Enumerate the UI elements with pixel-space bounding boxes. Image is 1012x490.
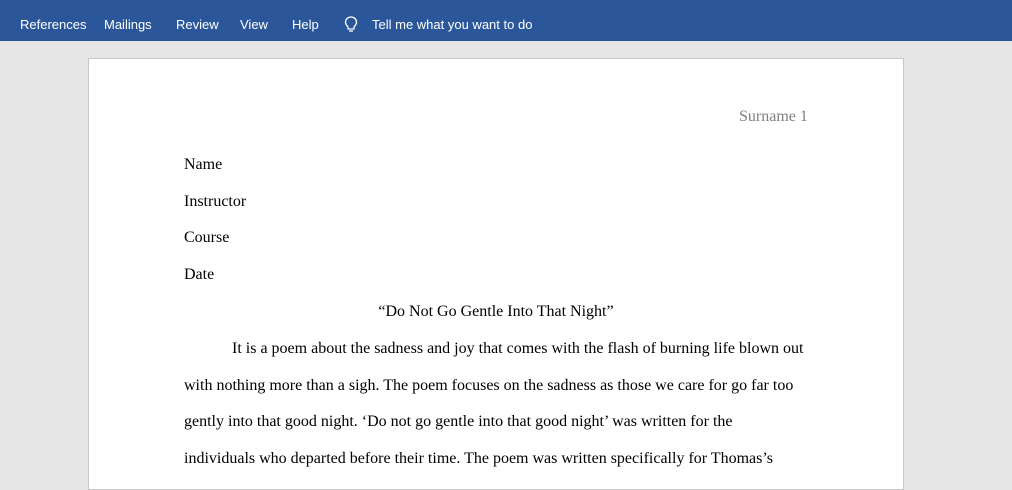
document-area: Surname 1 Name Instructor Course Date “D…: [0, 41, 1012, 490]
tab-references[interactable]: References: [20, 0, 86, 41]
heading-date: Date: [184, 266, 215, 283]
heading-course: Course: [184, 229, 230, 246]
body-line: It is a poem about the sadness and joy t…: [232, 340, 804, 357]
tab-review[interactable]: Review: [176, 0, 219, 41]
body-line: with nothing more than a sigh. The poem …: [184, 377, 794, 394]
tab-view[interactable]: View: [240, 0, 268, 41]
heading-name: Name: [184, 156, 223, 173]
tab-mailings[interactable]: Mailings: [104, 0, 152, 41]
lightbulb-icon[interactable]: [343, 15, 359, 35]
body-line: gently into that good night. ‘Do not go …: [184, 413, 733, 430]
ribbon-bar: References Mailings Review View Help Tel…: [0, 0, 1012, 41]
document-title: “Do Not Go Gentle Into That Night”: [378, 303, 614, 320]
heading-instructor: Instructor: [184, 193, 247, 210]
body-line: individuals who departed before their ti…: [184, 450, 774, 467]
document-page[interactable]: Surname 1 Name Instructor Course Date “D…: [88, 58, 904, 490]
tell-me-search[interactable]: Tell me what you want to do: [372, 0, 532, 41]
tab-help[interactable]: Help: [292, 0, 319, 41]
page-header-surname: Surname 1: [739, 108, 808, 125]
